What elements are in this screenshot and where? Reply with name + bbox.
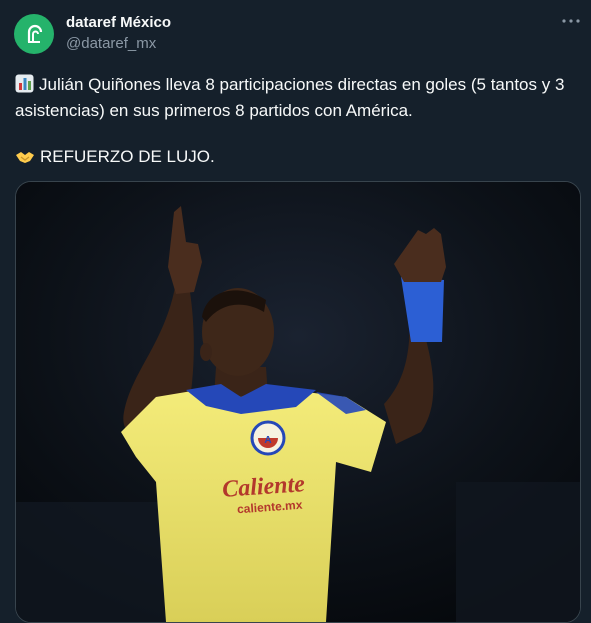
tweet-line-2-text: REFUERZO DE LUJO. — [40, 147, 215, 166]
display-name[interactable]: dataref México — [66, 14, 171, 31]
svg-text:A: A — [264, 435, 271, 446]
more-options-icon[interactable] — [562, 12, 580, 30]
handshake-emoji — [15, 148, 35, 171]
tweet-line-1: Julián Quiñones lleva 8 participaciones … — [15, 73, 581, 122]
bar-chart-emoji — [15, 74, 34, 99]
tweet-text: Julián Quiñones lleva 8 participaciones … — [15, 73, 581, 171]
tweet-line-1-text: Julián Quiñones lleva 8 participaciones … — [15, 75, 565, 120]
dataref-logo-icon — [27, 24, 43, 43]
avatar[interactable] — [14, 14, 54, 54]
tweet-media[interactable]: A Caliente caliente.mx — [15, 181, 581, 623]
player-celebration-photo: A Caliente caliente.mx — [16, 182, 580, 622]
tweet-line-2: REFUERZO DE LUJO. — [15, 145, 581, 171]
account-handle[interactable]: @dataref_mx — [66, 35, 156, 52]
